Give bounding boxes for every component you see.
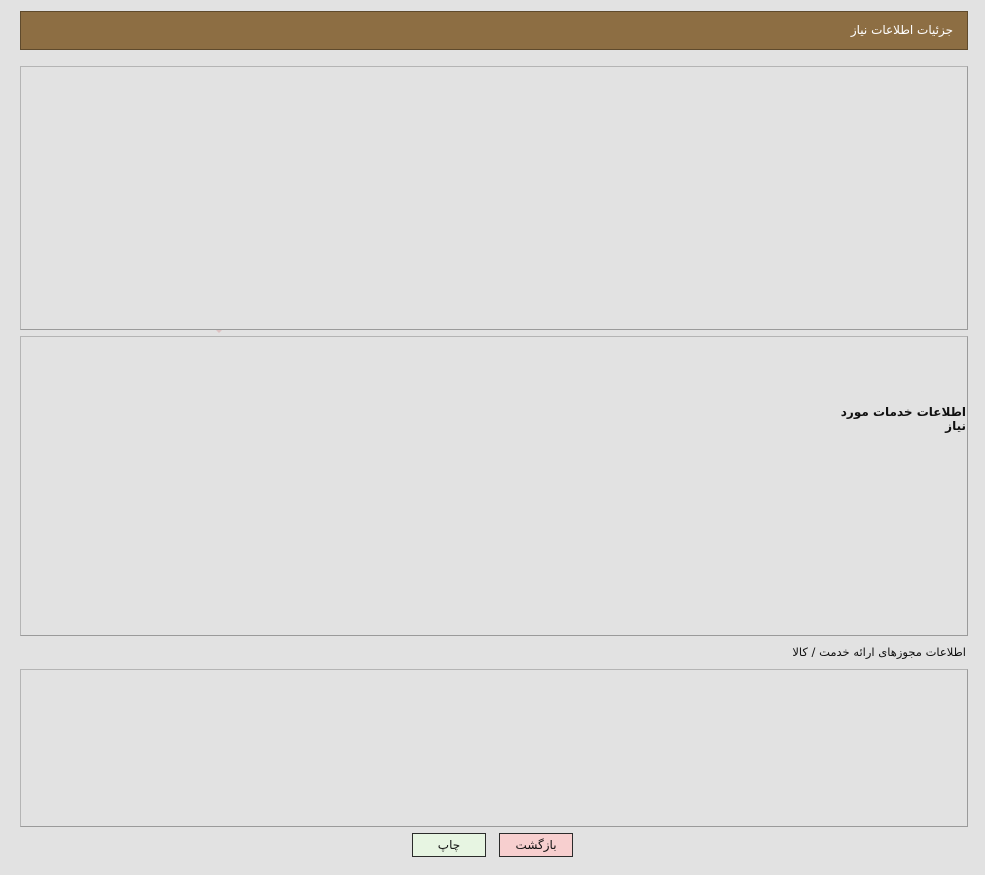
- permits-panel: [20, 669, 968, 827]
- print-button[interactable]: چاپ: [411, 833, 486, 857]
- footer-actions: بازگشت چاپ: [0, 833, 985, 857]
- permits-section-title: اطلاعات مجوزهای ارائه خدمت / کالا: [792, 645, 966, 659]
- need-info-panel: [20, 66, 968, 330]
- page-title: جزئیات اطلاعات نیاز: [20, 11, 968, 50]
- service-details-panel: [20, 336, 968, 636]
- return-button[interactable]: بازگشت: [499, 833, 574, 857]
- page-root: ✔ AriaTender.net جزئیات اطلاعات نیاز شما…: [0, 0, 985, 875]
- services-info-title: اطلاعات خدمات مورد نیاز: [840, 405, 966, 433]
